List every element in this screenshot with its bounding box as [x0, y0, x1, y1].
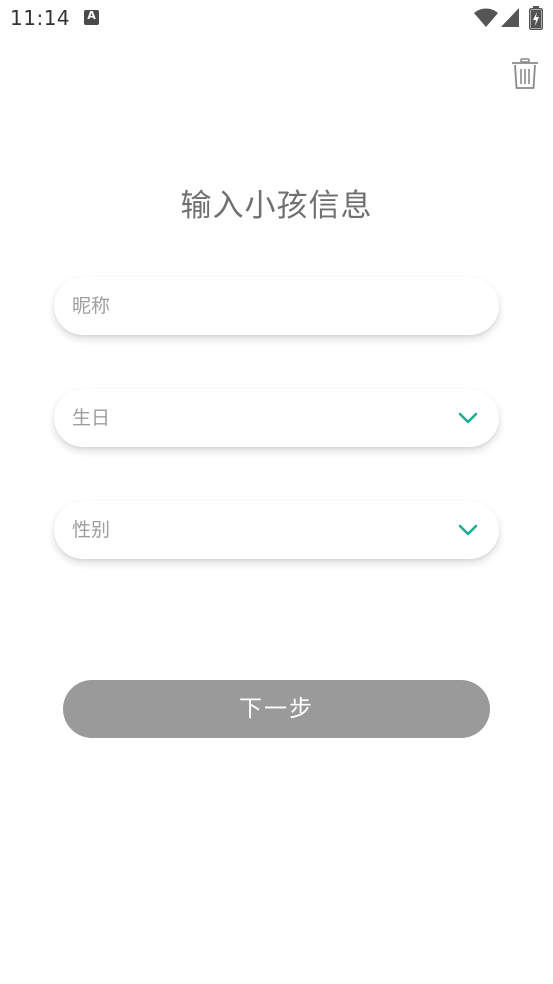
next-button[interactable]: 下一步	[63, 680, 490, 738]
nickname-input[interactable]	[72, 277, 472, 335]
status-bar: 11:14 A	[0, 0, 553, 36]
birthday-select[interactable]: 生日	[54, 389, 499, 447]
gender-label: 性别	[72, 519, 111, 541]
status-time: 11:14	[10, 6, 71, 30]
wifi-icon	[474, 8, 498, 27]
delete-button[interactable]	[510, 58, 540, 90]
chevron-down-icon	[458, 524, 478, 536]
signal-icon	[501, 8, 519, 27]
battery-charging-icon	[529, 6, 543, 30]
notification-letter: A	[87, 9, 96, 22]
trash-icon	[512, 58, 538, 89]
notification-icon: A	[84, 9, 99, 25]
page-title: 输入小孩信息	[180, 188, 373, 224]
screen: 11:14 A 输入小孩信息 生日	[0, 0, 553, 984]
nickname-field[interactable]	[54, 277, 499, 335]
chevron-down-icon	[458, 412, 478, 424]
gender-select[interactable]: 性别	[54, 501, 499, 559]
birthday-label: 生日	[72, 407, 111, 429]
